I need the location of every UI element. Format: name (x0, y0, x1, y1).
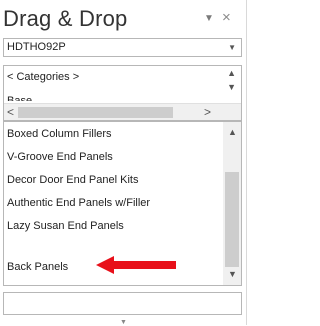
list-item[interactable]: V-Groove End Panels (7, 151, 113, 163)
items-list: Boxed Column Fillers V-Groove End Panels… (3, 121, 242, 286)
list-item-back-panels[interactable]: Back Panels (7, 261, 68, 273)
close-icon[interactable]: × (222, 9, 231, 26)
pin-dropdown-icon[interactable]: ▼ (204, 13, 214, 24)
scroll-left-icon[interactable]: < (7, 105, 14, 119)
panel-title: Drag & Drop (3, 6, 128, 31)
catalog-select-value: HDTHO92P (7, 41, 66, 53)
vertical-scroll-thumb[interactable] (225, 172, 239, 267)
list-item[interactable]: Boxed Column Fillers (7, 128, 112, 140)
scroll-up-icon[interactable]: ▲ (228, 127, 237, 137)
scroll-up-icon[interactable]: ▲ (227, 68, 236, 78)
category-item-partial[interactable]: Base (7, 92, 32, 101)
list-item[interactable]: Decor Door End Panel Kits (7, 174, 138, 186)
horizontal-scrollbar[interactable]: < > (4, 103, 241, 120)
list-item[interactable]: Lazy Susan End Panels (7, 220, 124, 232)
red-arrow-icon (96, 256, 176, 274)
list-item[interactable]: Authentic End Panels w/Filler (7, 197, 150, 209)
scroll-down-icon[interactable]: ▼ (228, 269, 237, 279)
chevron-down-icon[interactable]: ▼ (228, 43, 236, 52)
horizontal-scroll-thumb[interactable] (18, 107, 173, 118)
preview-box (3, 292, 242, 315)
vertical-scrollbar[interactable]: ▲ ▼ (223, 122, 241, 285)
categories-box: < Categories > Base ▲ ▼ < > (3, 65, 242, 121)
categories-nav[interactable]: < Categories > (7, 71, 79, 83)
scroll-right-icon[interactable]: > (204, 105, 211, 119)
catalog-select[interactable]: HDTHO92P ▼ (3, 38, 242, 57)
drag-drop-panel: Drag & Drop ▼ × HDTHO92P ▼ < Categories … (0, 0, 247, 326)
scroll-down-icon[interactable]: ▼ (227, 82, 236, 92)
